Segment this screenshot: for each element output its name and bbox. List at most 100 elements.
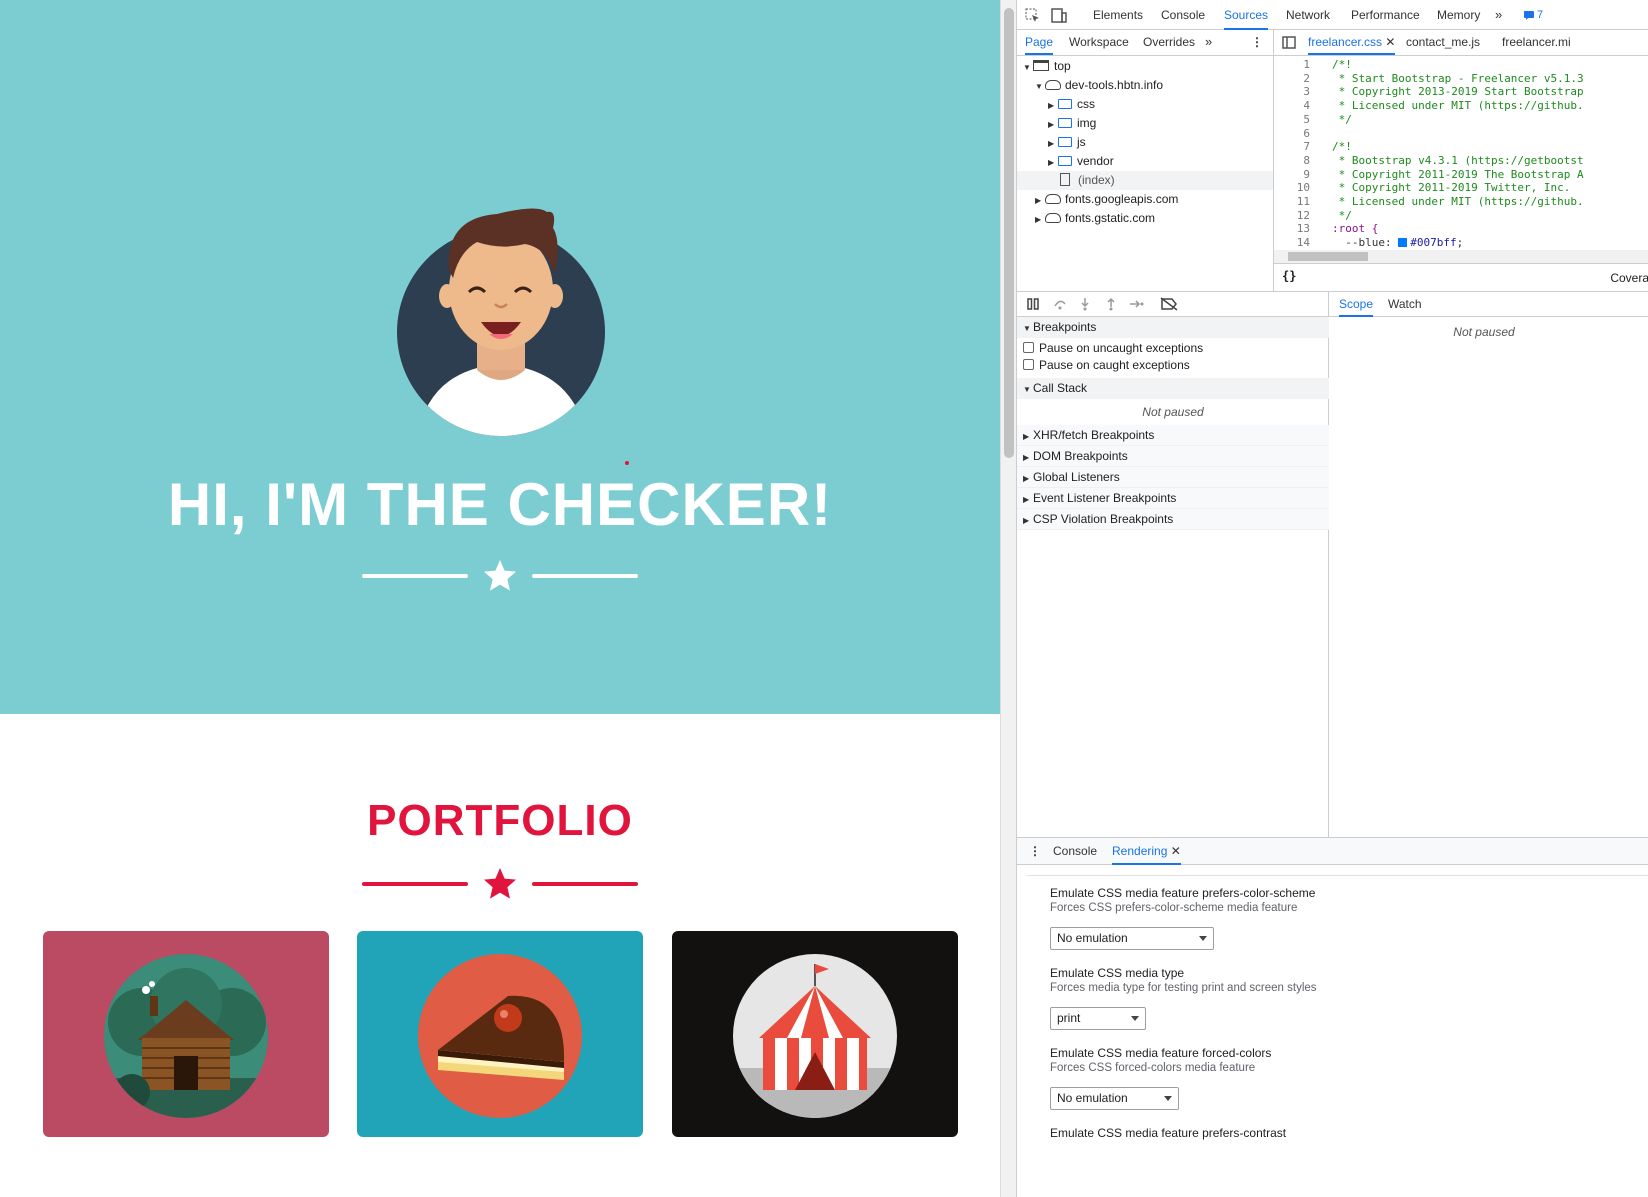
- tree-item-index[interactable]: (index): [1017, 171, 1273, 190]
- code-line: 12 */: [1274, 209, 1648, 223]
- close-icon[interactable]: ✕: [1171, 844, 1181, 858]
- devtools-panel: Elements Console Sources Network Perform…: [1016, 0, 1648, 1197]
- event-listener-breakpoints-row[interactable]: ▶ Event Listener Breakpoints: [1017, 488, 1329, 509]
- code-text: * Copyright 2011-2019 Twitter, Inc.: [1332, 181, 1571, 195]
- xhr-breakpoints-row[interactable]: ▶ XHR/fetch Breakpoints: [1017, 425, 1329, 446]
- tree-item-css-folder[interactable]: ▶ css: [1048, 95, 1273, 114]
- code-line: 4 * Licensed under MIT (https://github.: [1274, 99, 1648, 113]
- tab-console[interactable]: Console: [1161, 0, 1205, 30]
- step-icon[interactable]: [1129, 298, 1145, 310]
- toggle-navigator-icon[interactable]: [1282, 36, 1296, 49]
- select-value: No emulation: [1057, 1091, 1128, 1105]
- more-tabs-chevron-icon[interactable]: »: [1495, 0, 1502, 30]
- tree-item-fonts-gstatic[interactable]: ▶ fonts.gstatic.com: [1035, 209, 1273, 228]
- file-tab-contact-me-js[interactable]: contact_me.js: [1406, 30, 1480, 55]
- hero-star-divider: [360, 556, 640, 596]
- folder-icon: [1058, 156, 1072, 166]
- device-toolbar-icon[interactable]: [1051, 8, 1067, 23]
- forced-colors-select[interactable]: No emulation: [1050, 1087, 1179, 1110]
- call-stack-status: Not paused: [1142, 405, 1204, 419]
- tree-item-label: (index): [1078, 173, 1115, 187]
- editor-footer: {} Covera: [1273, 263, 1648, 291]
- editor-horizontal-scrollbar[interactable]: [1273, 250, 1648, 263]
- file-tab-freelancer-css[interactable]: freelancer.css ✕: [1308, 30, 1396, 55]
- tree-item-label: vendor: [1077, 154, 1114, 168]
- tree-item-domain[interactable]: ▼ dev-tools.hbtn.info: [1035, 76, 1273, 95]
- tab-network[interactable]: Network: [1286, 0, 1330, 30]
- media-type-select[interactable]: print: [1050, 1007, 1146, 1030]
- issues-count[interactable]: 7: [1537, 0, 1543, 30]
- color-value: #007bff: [1410, 236, 1457, 250]
- pause-caught-row[interactable]: Pause on caught exceptions: [1023, 357, 1190, 374]
- tree-item-top[interactable]: ▼ top: [1023, 57, 1273, 76]
- prefers-color-scheme-select[interactable]: No emulation: [1050, 927, 1214, 950]
- deactivate-breakpoints-icon[interactable]: [1160, 297, 1178, 311]
- tree-item-js-folder[interactable]: ▶ js: [1048, 133, 1273, 152]
- tab-performance[interactable]: Performance: [1351, 0, 1420, 30]
- tree-item-label: fonts.gstatic.com: [1065, 211, 1156, 225]
- global-listeners-row[interactable]: ▶ Global Listeners: [1017, 467, 1329, 488]
- checkbox[interactable]: [1023, 342, 1034, 353]
- tab-sources[interactable]: Sources: [1224, 0, 1269, 30]
- cursor-dot: [625, 461, 629, 465]
- more-chevron-icon[interactable]: »: [1205, 30, 1212, 55]
- tree-item-img-folder[interactable]: ▶ img: [1048, 114, 1273, 133]
- collapse-triangle-icon: ▶: [1048, 101, 1055, 110]
- inspect-element-icon[interactable]: [1025, 8, 1040, 23]
- pause-icon[interactable]: [1027, 298, 1039, 310]
- tab-overrides[interactable]: Overrides: [1143, 30, 1195, 55]
- tab-watch[interactable]: Watch: [1388, 292, 1422, 317]
- tab-page[interactable]: Page: [1025, 30, 1054, 55]
- media-type-description: Forces media type for testing print and …: [1050, 982, 1317, 994]
- drawer-menu-icon[interactable]: ⋮: [1029, 838, 1041, 865]
- code-editor[interactable]: 1 /*! 2 * Start Bootstrap - Freelancer v5…: [1273, 56, 1648, 250]
- color-swatch[interactable]: [1398, 238, 1408, 248]
- scrollbar-thumb[interactable]: [1004, 8, 1014, 458]
- tree-item-vendor-folder[interactable]: ▶ vendor: [1048, 152, 1273, 171]
- line-number: 7: [1303, 140, 1310, 154]
- tab-workspace[interactable]: Workspace: [1069, 30, 1129, 55]
- tree-item-label: img: [1077, 116, 1097, 130]
- cake-slice-icon: [418, 954, 582, 1118]
- csp-violation-breakpoints-row[interactable]: ▶ CSP Violation Breakpoints: [1017, 509, 1329, 530]
- code-text: * Licensed under MIT (https://github.: [1332, 195, 1584, 208]
- drawer-tab-rendering[interactable]: Rendering ✕: [1112, 838, 1181, 865]
- breakpoints-section-header[interactable]: ▼ Breakpoints: [1017, 317, 1329, 338]
- portfolio-card-cabin[interactable]: [43, 931, 329, 1137]
- tab-elements[interactable]: Elements: [1093, 0, 1143, 30]
- divider-line-left: [362, 882, 468, 886]
- collapse-triangle-icon: ▶: [1035, 215, 1042, 224]
- close-icon[interactable]: ✕: [1385, 35, 1395, 49]
- tab-memory[interactable]: Memory: [1437, 0, 1480, 30]
- pause-uncaught-row[interactable]: Pause on uncaught exceptions: [1023, 340, 1203, 357]
- sources-navigator-tabs: Page Workspace Overrides » ⋮: [1017, 30, 1273, 56]
- expand-triangle-icon: ▼: [1023, 385, 1031, 394]
- folder-icon: [1058, 99, 1072, 109]
- checkbox[interactable]: [1023, 359, 1034, 370]
- line-number: 8: [1303, 153, 1310, 167]
- call-stack-section-header[interactable]: ▼ Call Stack: [1017, 378, 1329, 399]
- portfolio-card-cake[interactable]: [357, 931, 643, 1137]
- code-text: */: [1332, 208, 1352, 222]
- scrollbar-thumb[interactable]: [1288, 252, 1368, 261]
- portfolio-card-circus[interactable]: [672, 931, 958, 1137]
- issues-icon[interactable]: [1524, 11, 1534, 20]
- folder-icon: [1058, 118, 1072, 128]
- drawer-tab-console[interactable]: Console: [1053, 838, 1097, 865]
- file-tab-freelancer-min[interactable]: freelancer.mi: [1502, 30, 1571, 55]
- page-scrollbar[interactable]: [1000, 0, 1016, 1197]
- dom-breakpoints-row[interactable]: ▶ DOM Breakpoints: [1017, 446, 1329, 467]
- code-line: 1 /*!: [1274, 58, 1648, 72]
- hero-title: HI, I'M THE CHECKER!: [167, 471, 833, 538]
- line-number: 4: [1303, 99, 1310, 113]
- step-over-icon[interactable]: [1053, 298, 1067, 310]
- step-out-icon[interactable]: [1105, 297, 1117, 311]
- tab-scope[interactable]: Scope: [1339, 292, 1374, 317]
- step-into-icon[interactable]: [1079, 297, 1091, 311]
- select-value: No emulation: [1057, 931, 1128, 945]
- code-text: :root {: [1332, 222, 1379, 236]
- code-text: /*!: [1332, 58, 1352, 71]
- pretty-print-icon[interactable]: {}: [1282, 269, 1296, 283]
- tree-item-fonts-googleapis[interactable]: ▶ fonts.googleapis.com: [1035, 190, 1273, 209]
- kebab-menu-icon[interactable]: ⋮: [1251, 30, 1263, 55]
